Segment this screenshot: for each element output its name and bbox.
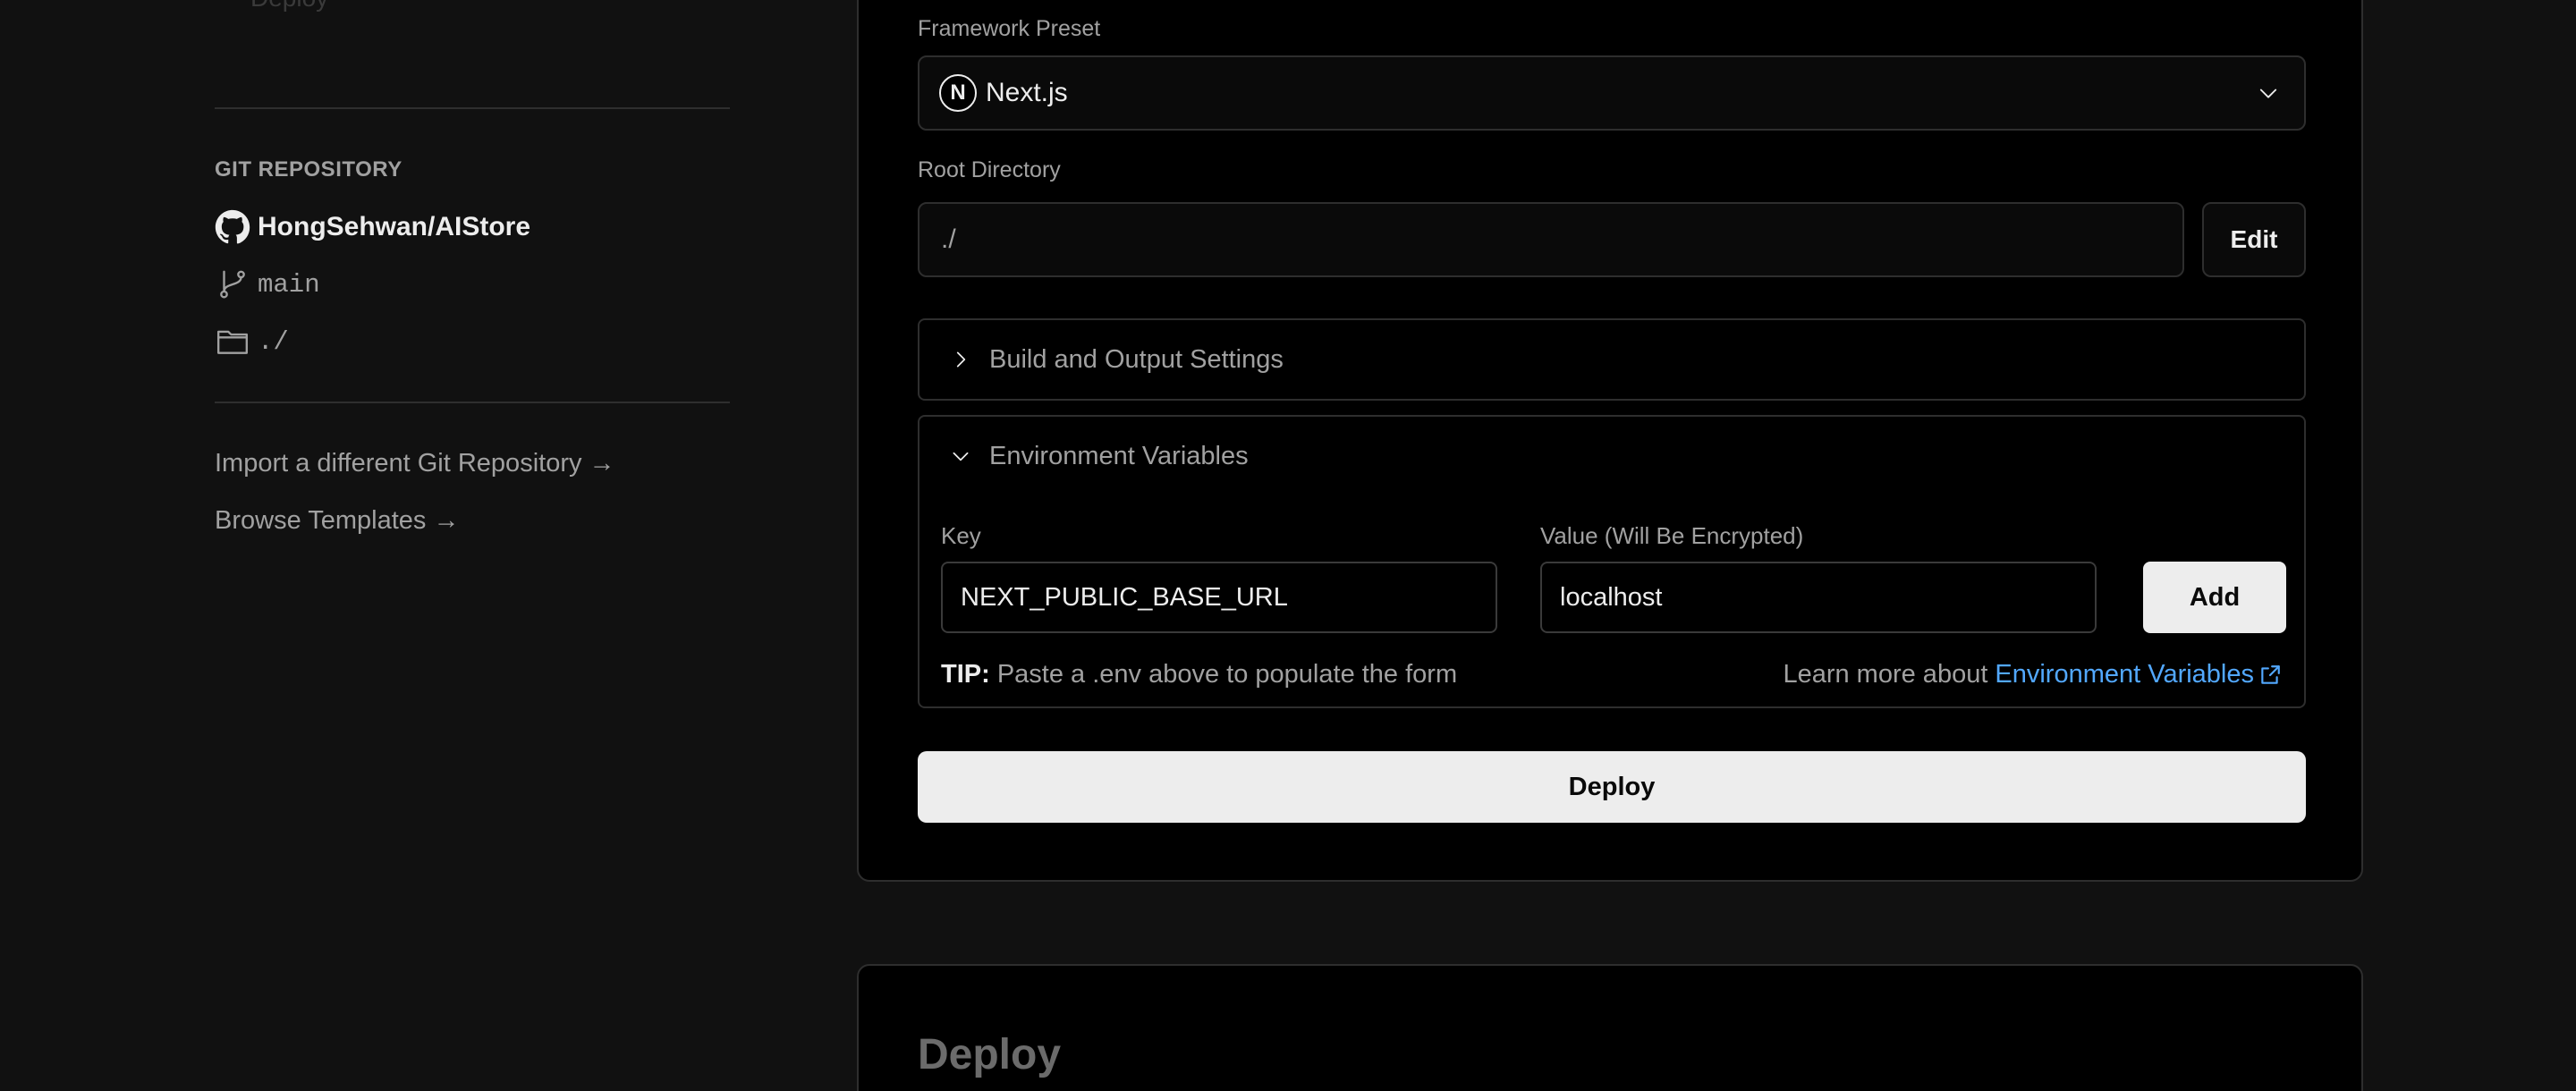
sidebar-divider-bottom xyxy=(215,402,730,403)
git-branch-icon xyxy=(215,266,250,302)
learn-more-text: Learn more about xyxy=(1783,660,1988,689)
tip-prefix: TIP: xyxy=(941,660,990,689)
env-value-input[interactable]: localhost xyxy=(1540,562,2097,633)
framework-preset-value: Next.js xyxy=(986,78,1068,107)
edit-root-directory-button[interactable]: Edit xyxy=(2202,202,2306,277)
root-directory-input[interactable]: ./ xyxy=(918,202,2184,277)
directory-row: ./ xyxy=(215,322,289,361)
deploy-button[interactable]: Deploy xyxy=(918,751,2306,823)
external-link-icon[interactable] xyxy=(2258,663,2283,688)
framework-preset-label: Framework Preset xyxy=(918,16,1101,41)
env-tip: TIP: Paste a .env above to populate the … xyxy=(941,660,1457,689)
directory-path: ./ xyxy=(258,326,289,357)
environment-variables-title: Environment Variables xyxy=(989,441,1249,470)
import-different-repo-link[interactable]: Import a different Git Repository → xyxy=(215,449,615,478)
learn-more: Learn more about Environment Variables xyxy=(1783,660,2283,689)
repo-row: HongSehwan/AIStore xyxy=(215,207,530,247)
build-output-settings-accordion: Build and Output Settings xyxy=(918,318,2306,401)
chevron-down-icon xyxy=(2252,77,2284,109)
repo-name: HongSehwan/AIStore xyxy=(258,212,531,241)
sidebar-faded-step: Deploy xyxy=(250,0,328,13)
configure-project-card: Framework Preset N Next.js Root Director… xyxy=(857,0,2363,882)
sidebar-divider-top xyxy=(215,107,730,109)
environment-variables-docs-link[interactable]: Environment Variables xyxy=(1995,660,2254,689)
env-value-label: Value (Will Be Encrypted) xyxy=(1540,522,1804,549)
tip-text: Paste a .env above to populate the form xyxy=(989,660,1458,689)
add-env-variable-button[interactable]: Add xyxy=(2143,562,2286,633)
folder-icon xyxy=(215,324,250,359)
deploy-section-card: Deploy xyxy=(857,964,2363,1091)
build-output-settings-toggle[interactable]: Build and Output Settings xyxy=(941,320,1284,399)
branch-row: main xyxy=(215,265,320,304)
chevron-down-icon xyxy=(941,436,980,476)
page: Deploy GIT REPOSITORY HongSehwan/AIStore… xyxy=(0,0,2576,1091)
build-output-settings-title: Build and Output Settings xyxy=(989,344,1284,374)
environment-variables-toggle[interactable]: Environment Variables xyxy=(941,417,1249,495)
nextjs-logo-icon: N xyxy=(939,74,977,112)
branch-name: main xyxy=(258,269,320,300)
chevron-right-icon xyxy=(941,340,980,379)
deploy-section-title: Deploy xyxy=(918,1031,1062,1078)
git-repository-heading: GIT REPOSITORY xyxy=(215,157,402,182)
env-key-input[interactable]: NEXT_PUBLIC_BASE_URL xyxy=(941,562,1497,633)
browse-templates-link[interactable]: Browse Templates → xyxy=(215,506,459,536)
env-key-label: Key xyxy=(941,522,981,549)
framework-preset-select[interactable]: N Next.js xyxy=(918,55,2306,131)
github-icon xyxy=(215,209,250,245)
environment-variables-accordion: Environment Variables Key Value (Will Be… xyxy=(918,415,2306,708)
root-directory-label: Root Directory xyxy=(918,157,1061,182)
